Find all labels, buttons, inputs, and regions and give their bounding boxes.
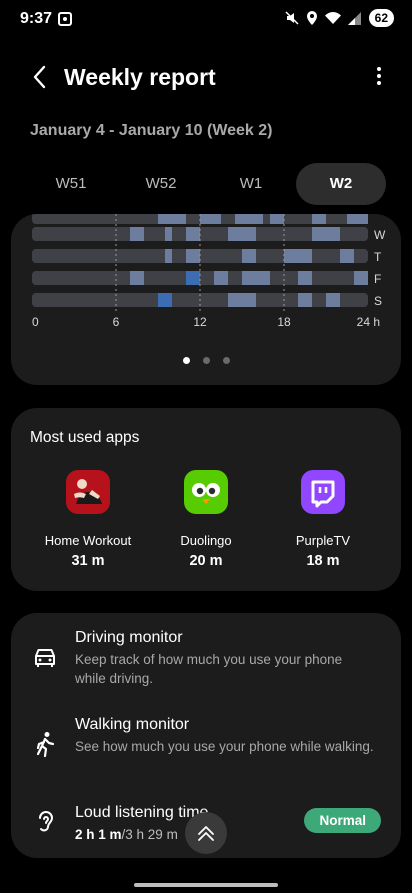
usage-segment bbox=[235, 214, 263, 224]
usage-segment bbox=[130, 271, 144, 285]
usage-segment bbox=[270, 214, 284, 224]
usage-segment bbox=[340, 249, 354, 263]
scroll-to-top-button[interactable] bbox=[185, 812, 227, 854]
more-options-button[interactable] bbox=[374, 64, 384, 92]
app-purpletv[interactable]: PurpleTV 18 m bbox=[263, 470, 383, 569]
usage-segment bbox=[354, 271, 368, 285]
location-icon bbox=[306, 11, 317, 25]
back-button[interactable] bbox=[26, 62, 56, 92]
walking-monitor-desc: See how much you use your phone while wa… bbox=[75, 739, 374, 754]
signal-icon bbox=[347, 11, 361, 25]
status-icons: 62 bbox=[285, 9, 394, 27]
app-usage-time: 31 m bbox=[71, 553, 105, 569]
usage-segment bbox=[326, 293, 340, 307]
day-label: T bbox=[374, 250, 382, 264]
app-bar: Weekly report bbox=[0, 56, 412, 100]
usage-segment bbox=[130, 227, 144, 241]
app-name: PurpleTV bbox=[295, 533, 351, 548]
battery-indicator: 62 bbox=[368, 9, 394, 27]
usage-segment bbox=[214, 271, 228, 285]
loud-listening-total: /3 h 29 m bbox=[121, 827, 178, 842]
tab-w51[interactable]: W51 bbox=[26, 163, 116, 205]
tab-w1[interactable]: W1 bbox=[206, 163, 296, 205]
usage-segment bbox=[165, 249, 172, 263]
driving-monitor-row[interactable]: Driving monitor Keep track of how much y… bbox=[11, 613, 401, 701]
x-tick-label: 0 bbox=[32, 315, 39, 329]
usage-segment bbox=[200, 214, 221, 224]
page-dot bbox=[182, 357, 190, 364]
duolingo-icon bbox=[184, 470, 228, 514]
app-usage-time: 20 m bbox=[189, 553, 223, 569]
driving-monitor-title: Driving monitor bbox=[75, 629, 183, 646]
usage-segment bbox=[228, 293, 256, 307]
usage-segment bbox=[186, 271, 200, 285]
gesture-navigation-bar[interactable] bbox=[134, 883, 278, 887]
tab-w2[interactable]: W2 bbox=[296, 163, 386, 205]
x-tick-label: 12 bbox=[193, 315, 207, 329]
usage-segment bbox=[186, 249, 200, 263]
loud-listening-time: 2 h 1 m bbox=[75, 827, 122, 842]
day-label: W bbox=[374, 228, 386, 242]
usage-segment bbox=[347, 214, 368, 224]
walking-monitor-title: Walking monitor bbox=[75, 716, 190, 733]
usage-segment bbox=[284, 249, 312, 263]
more-dot-icon bbox=[377, 67, 381, 71]
walking-icon bbox=[36, 732, 55, 758]
status-bar: 9:37 62 bbox=[0, 0, 412, 38]
wifi-icon bbox=[324, 11, 341, 24]
usage-segment bbox=[312, 227, 340, 241]
usage-segment bbox=[312, 214, 326, 224]
more-dot-icon bbox=[377, 81, 381, 85]
page-title: Weekly report bbox=[64, 64, 216, 90]
day-label: S bbox=[374, 294, 382, 308]
app-duolingo[interactable]: Duolingo 20 m bbox=[146, 470, 266, 569]
ear-icon bbox=[39, 811, 54, 832]
status-time: 9:37 bbox=[20, 10, 53, 27]
x-tick-label: 6 bbox=[113, 315, 120, 329]
usage-timeline-card[interactable]: W T F S 0 6 12 18 24 h bbox=[11, 214, 401, 385]
x-tick-label: 18 bbox=[277, 315, 291, 329]
day-label: F bbox=[374, 272, 381, 286]
app-home-workout[interactable]: Home Workout 31 m bbox=[28, 470, 148, 569]
week-tabs: W51 W52 W1 W2 bbox=[26, 163, 386, 205]
usage-timeline-chart: WTFS 0 6 12 18 24 h bbox=[32, 214, 386, 329]
screen-recorder-icon bbox=[58, 12, 72, 26]
walking-monitor-row[interactable]: Walking monitor See how much you use you… bbox=[11, 701, 401, 789]
most-used-apps-card: Most used apps Home Workout 31 m Duoling… bbox=[11, 408, 401, 591]
usage-segment bbox=[298, 293, 312, 307]
page-indicator bbox=[11, 357, 401, 364]
car-icon bbox=[35, 649, 55, 667]
usage-segment bbox=[158, 214, 186, 224]
tab-w52[interactable]: W52 bbox=[116, 163, 206, 205]
usage-segment bbox=[242, 249, 256, 263]
usage-segment bbox=[242, 271, 270, 285]
usage-segment bbox=[165, 227, 172, 241]
more-dot-icon bbox=[377, 74, 381, 78]
page-dot bbox=[222, 357, 230, 364]
usage-segment bbox=[298, 271, 312, 285]
date-range: January 4 - January 10 (Week 2) bbox=[30, 122, 273, 139]
usage-segment bbox=[228, 227, 256, 241]
chevron-up-icon bbox=[198, 826, 214, 841]
purpletv-icon bbox=[301, 470, 345, 514]
x-tick-label: 24 h bbox=[357, 315, 380, 329]
usage-segment bbox=[186, 227, 200, 241]
page-dot bbox=[202, 357, 210, 364]
mute-icon bbox=[285, 11, 299, 25]
app-name: Home Workout bbox=[44, 533, 132, 548]
home-workout-icon bbox=[66, 470, 110, 514]
usage-segment bbox=[158, 293, 172, 307]
most-used-apps-title: Most used apps bbox=[30, 429, 140, 446]
status-badge: Normal bbox=[304, 808, 381, 833]
app-name: Duolingo bbox=[180, 533, 232, 548]
app-usage-time: 18 m bbox=[306, 553, 340, 569]
driving-monitor-desc: Keep track of how much you use your phon… bbox=[75, 652, 343, 686]
